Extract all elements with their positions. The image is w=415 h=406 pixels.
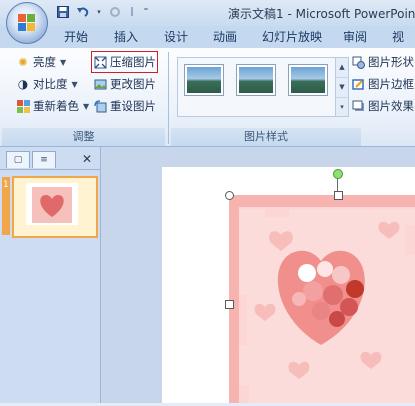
picture-shape-button[interactable]: 图片形状 [351, 53, 414, 71]
change-picture-label: 更改图片 [110, 77, 156, 91]
quick-access-toolbar: ▾ | ⁼ [52, 5, 150, 19]
group-divider [168, 52, 169, 144]
picture-style-thumbnail[interactable] [288, 64, 328, 96]
picture-styles-gallery [177, 57, 339, 117]
chevron-down-icon: ▼ [60, 57, 67, 67]
picture-style-thumbnail[interactable] [236, 64, 276, 96]
change-picture-icon [93, 77, 107, 91]
undo-icon[interactable] [76, 5, 90, 19]
contrast-label: 对比度 [33, 77, 68, 91]
qat-dropdown-icon[interactable]: ⁼ [142, 5, 150, 19]
picture-effects-label: 图片效果 [368, 99, 414, 113]
picture-shape-icon [351, 55, 365, 69]
tab-home[interactable]: 开始 [56, 29, 96, 46]
save-icon[interactable] [56, 5, 70, 19]
contrast-icon: ◑ [17, 77, 29, 91]
redo-icon[interactable] [108, 5, 122, 19]
slide-number: 1 [3, 180, 9, 190]
panel-divider [0, 169, 100, 170]
resize-handle-left[interactable] [225, 300, 234, 309]
picture-style-thumbnail[interactable] [184, 64, 224, 96]
adjust-group-label: 调整 [2, 128, 165, 146]
chevron-down-icon: ▼ [71, 79, 78, 89]
resize-handle-top-left[interactable] [225, 191, 234, 200]
brightness-button[interactable]: ✺ 亮度 ▼ [16, 53, 66, 71]
undo-dropdown-icon[interactable]: ▾ [96, 5, 102, 19]
reset-picture-label: 重设图片 [110, 99, 156, 113]
tab-insert[interactable]: 插入 [106, 29, 146, 46]
slide-thumbnail-picture [32, 187, 72, 223]
gallery-scrollbar[interactable]: ▲ ▼ ▾ [335, 57, 349, 117]
slide-thumbnail[interactable] [12, 176, 98, 238]
close-icon[interactable]: ✕ [82, 152, 92, 166]
window-title: 演示文稿1 - Microsoft PowerPoint [228, 7, 415, 21]
tab-animations[interactable]: 动画 [205, 29, 245, 46]
sun-icon: ✺ [18, 55, 28, 69]
recolor-label: 重新着色 [33, 99, 79, 113]
gallery-more-icon[interactable]: ▾ [336, 98, 348, 117]
picture-styles-group-label: 图片样式 [171, 128, 361, 146]
brightness-label: 亮度 [33, 55, 56, 69]
tab-design[interactable]: 设计 [156, 29, 196, 46]
gallery-up-icon[interactable]: ▲ [336, 58, 348, 78]
recolor-icon [16, 99, 30, 113]
slides-tab-icon[interactable]: ▢ [6, 151, 30, 168]
picture-shape-label: 图片形状 [368, 55, 414, 69]
resize-handle-top[interactable] [334, 191, 343, 200]
tab-review[interactable]: 审阅 [335, 29, 375, 46]
picture-border-button[interactable]: 图片边框 [351, 75, 414, 93]
customize-icon[interactable]: | [128, 5, 136, 19]
slide-panel: ▢ ≡ ✕ 1 [0, 147, 101, 403]
change-picture-button[interactable]: 更改图片 [93, 75, 156, 93]
compress-icon [93, 55, 107, 69]
recolor-button[interactable]: 重新着色 ▼ [16, 97, 89, 115]
reset-picture-button[interactable]: 重设图片 [93, 97, 156, 115]
compress-pictures-button[interactable]: 压缩图片 [91, 51, 158, 73]
contrast-button[interactable]: ◑ 对比度 ▼ [16, 75, 78, 93]
office-logo-icon [18, 14, 36, 32]
picture-border-icon [351, 77, 365, 91]
picture-effects-icon [351, 99, 365, 113]
title-bar: ▾ | ⁼ 演示文稿1 - Microsoft PowerPoint [0, 0, 415, 26]
tab-slideshow[interactable]: 幻灯片放映 [254, 29, 330, 46]
rotate-handle[interactable] [333, 169, 343, 179]
ribbon-tabs: 开始 插入 设计 动画 幻灯片放映 审阅 视图 [0, 26, 415, 61]
office-button[interactable] [6, 2, 48, 44]
outline-tab-icon[interactable]: ≡ [32, 151, 56, 168]
reset-picture-icon [93, 99, 107, 113]
picture-effects-button[interactable]: 图片效果 [351, 97, 414, 115]
compress-label: 压缩图片 [110, 55, 156, 69]
tab-view[interactable]: 视图 [384, 29, 415, 61]
chevron-down-icon: ▼ [83, 101, 90, 111]
heart-picture-image [229, 195, 415, 403]
heart-picture[interactable] [229, 195, 415, 403]
gallery-down-icon[interactable]: ▼ [336, 78, 348, 98]
picture-border-label: 图片边框 [368, 77, 414, 91]
rotate-handle-line [337, 178, 338, 192]
